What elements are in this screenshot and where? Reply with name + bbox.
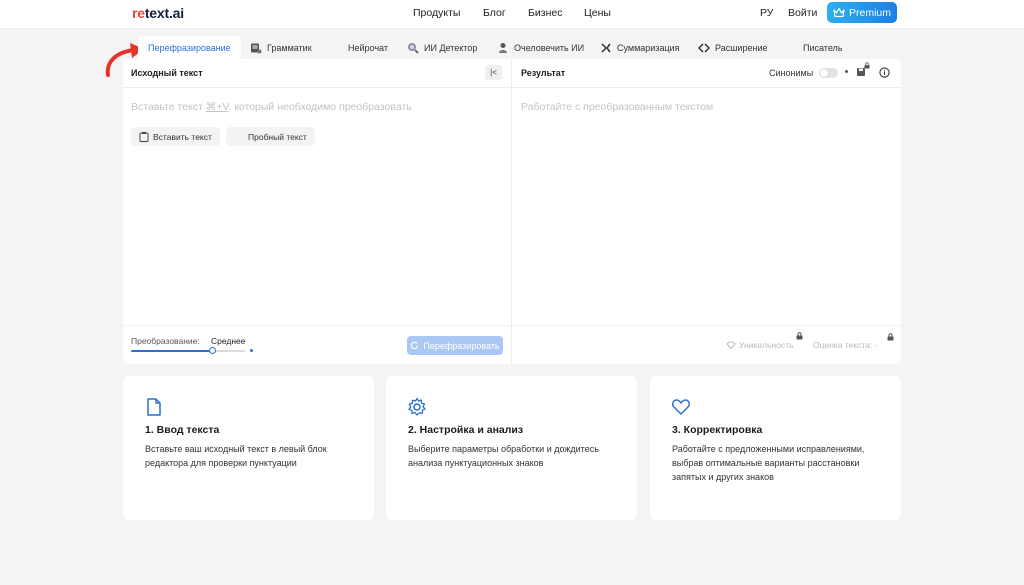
step-card-correction: 3. Корректировка Работайте с предложенны… <box>650 376 901 520</box>
source-input[interactable]: Вставьте текст ⌘+V, который необходимо п… <box>131 101 412 113</box>
top-header: retext.ai Продукты Блог Бизнес Цены РУ В… <box>0 0 1024 29</box>
grammar-icon <box>251 43 262 54</box>
lock-icon <box>887 333 894 341</box>
login-link[interactable]: Войти <box>788 7 817 19</box>
detector-icon <box>408 43 419 54</box>
separator-dot <box>845 70 848 73</box>
lock-icon <box>864 62 870 69</box>
synonyms-label: Синонимы <box>769 68 814 78</box>
clipboard-icon <box>139 132 149 142</box>
mode-value: Среднее <box>211 336 246 346</box>
language-switch[interactable]: РУ <box>760 7 773 19</box>
tab-summarize[interactable]: Суммаризация <box>600 37 680 59</box>
sample-text-button[interactable]: Пробный текст <box>226 127 315 146</box>
divider <box>511 59 512 364</box>
tab-humanize[interactable]: Очеловечить ИИ <box>497 37 584 59</box>
collapse-button[interactable]: |< <box>485 65 502 80</box>
expand-icon <box>698 43 710 53</box>
step-card-settings: 2. Настройка и анализ Выберите параметры… <box>386 376 637 520</box>
nav-blog[interactable]: Блог <box>483 7 506 19</box>
tab-label: Нейрочат <box>348 43 388 53</box>
crown-icon <box>833 7 845 18</box>
mode-slider[interactable] <box>131 347 253 354</box>
gear-icon <box>408 397 426 416</box>
slider-fill <box>131 350 212 352</box>
source-title: Исходный текст <box>131 68 203 78</box>
person-icon <box>499 43 507 53</box>
slider-end-dot <box>250 349 253 352</box>
paste-text-button[interactable]: Вставить текст <box>131 127 220 146</box>
refresh-icon <box>411 341 419 350</box>
uniqueness-button[interactable]: Уникальность <box>726 340 793 350</box>
summarize-icon <box>601 43 611 53</box>
tab-label: Писатель <box>803 43 843 53</box>
document-icon <box>147 398 161 416</box>
step-card-input: 1. Ввод текста Вставьте ваш исходный тек… <box>123 376 374 520</box>
tab-writer[interactable]: Писатель <box>803 37 842 59</box>
step-title: 1. Ввод текста <box>145 424 220 436</box>
info-icon[interactable] <box>879 67 890 78</box>
premium-button[interactable]: Premium <box>827 2 897 23</box>
diamond-icon <box>726 341 736 349</box>
tab-expand[interactable]: Расширение <box>698 37 767 59</box>
result-output[interactable]: Работайте с преобразованным текстом <box>521 101 713 113</box>
step-text: Выберите параметры обработки и дождитесь… <box>408 444 599 468</box>
heart-icon <box>672 399 690 415</box>
tab-ai-detector[interactable]: ИИ Детектор <box>407 37 477 59</box>
tab-neurochat[interactable]: Нейрочат <box>348 37 388 59</box>
text-score-label: Оценка текста: - <box>813 340 878 350</box>
tab-paraphrase[interactable]: Перефразирование <box>138 36 241 59</box>
editor-panel: Исходный текст |< Вставьте текст ⌘+V, ко… <box>123 59 901 364</box>
nav-prices[interactable]: Цены <box>584 7 611 19</box>
tab-grammar[interactable]: Грамматик <box>250 37 312 59</box>
divider <box>123 325 901 326</box>
tab-label: ИИ Детектор <box>424 43 478 53</box>
tab-label: Грамматик <box>267 43 312 53</box>
slider-thumb[interactable] <box>209 347 216 354</box>
mode-label: Преобразование: <box>131 336 200 346</box>
logo[interactable]: retext.ai <box>132 5 184 21</box>
step-text: Вставьте ваш исходный текст в левый блок… <box>145 444 327 468</box>
nav-products[interactable]: Продукты <box>413 7 460 19</box>
premium-label: Premium <box>848 6 891 19</box>
tab-label: Очеловечить ИИ <box>514 43 585 53</box>
result-title: Результат <box>521 68 566 78</box>
nav-business[interactable]: Бизнес <box>528 7 562 19</box>
synonyms-toggle[interactable] <box>819 68 838 78</box>
paraphrase-button[interactable]: Перефразировать <box>407 336 503 355</box>
divider <box>123 87 901 88</box>
step-title: 2. Настройка и анализ <box>408 424 524 436</box>
step-title: 3. Корректировка <box>672 424 763 436</box>
tab-label: Перефразирование <box>148 42 231 53</box>
step-text: Работайте с предложенными исправлениями,… <box>672 444 865 482</box>
lock-icon <box>796 332 803 340</box>
tab-label: Расширение <box>715 43 768 53</box>
tab-label: Суммаризация <box>617 43 680 53</box>
